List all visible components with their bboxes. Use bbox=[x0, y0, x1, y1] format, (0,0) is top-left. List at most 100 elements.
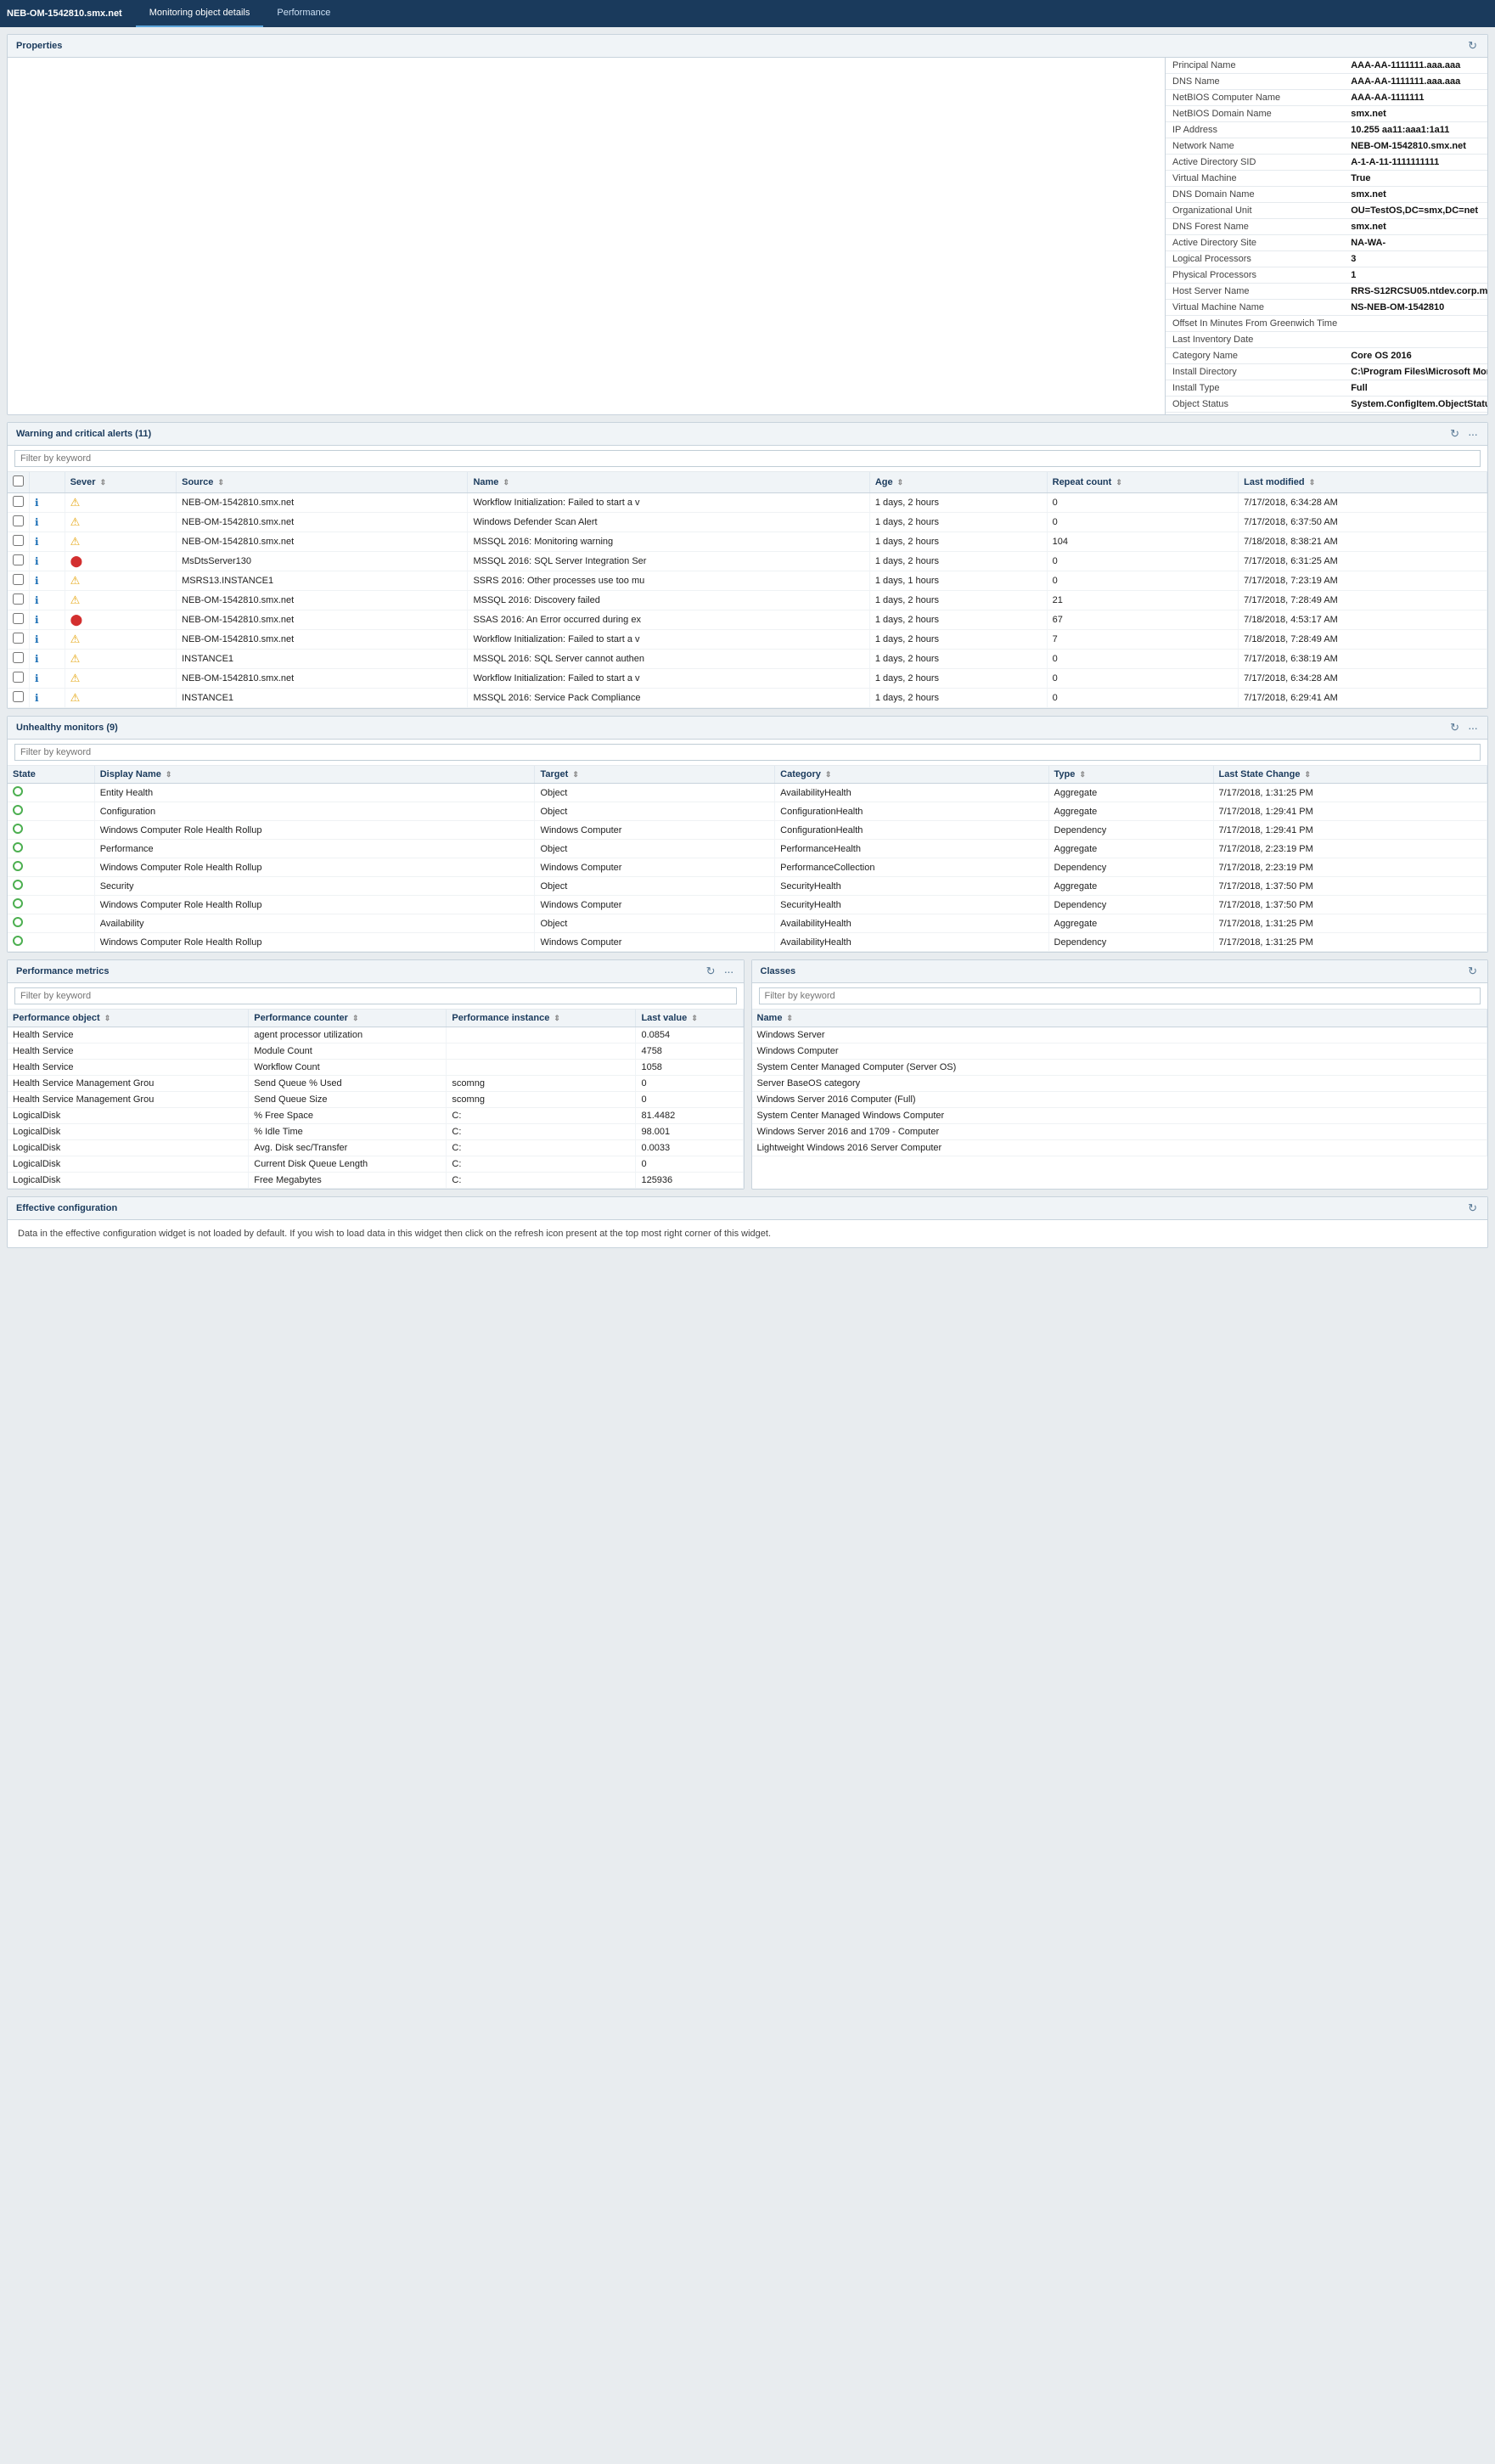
alerts-filter-input[interactable] bbox=[14, 450, 1481, 467]
effective-config-panel: Effective configuration Data in the effe… bbox=[7, 1196, 1488, 1248]
perf-object: Health Service bbox=[8, 1044, 249, 1060]
property-row: Physical Processors1 bbox=[1166, 267, 1487, 284]
alert-checkbox[interactable] bbox=[13, 633, 24, 644]
alert-age: 1 days, 1 hours bbox=[869, 571, 1047, 591]
alert-sev-cell: ⚠ bbox=[65, 630, 177, 650]
properties-table-container[interactable]: Principal NameAAA-AA-1111111.aaa.aaaDNS … bbox=[1165, 58, 1487, 414]
unhealthy-col-category[interactable]: Category ⇕ bbox=[775, 766, 1048, 784]
classes-refresh-button[interactable] bbox=[1466, 965, 1479, 978]
info-icon: ℹ bbox=[35, 497, 39, 509]
alert-sev-cell: ⚠ bbox=[65, 689, 177, 708]
unhealthy-col-name[interactable]: Display Name ⇕ bbox=[94, 766, 535, 784]
alerts-col-modified[interactable]: Last modified ⇕ bbox=[1239, 472, 1487, 493]
perf-col-counter[interactable]: Performance counter ⇕ bbox=[249, 1010, 447, 1027]
warning-icon: ⚠ bbox=[70, 672, 81, 684]
prop-value bbox=[1344, 413, 1487, 415]
alert-checkbox[interactable] bbox=[13, 691, 24, 702]
alert-repeat: 7 bbox=[1047, 630, 1239, 650]
classes-col-name[interactable]: Name ⇕ bbox=[752, 1010, 1487, 1027]
property-row: NetBIOS Domain Namesmx.net bbox=[1166, 106, 1487, 122]
alerts-col-source[interactable]: Source ⇕ bbox=[177, 472, 468, 493]
unhealthy-category: AvailabilityHealth bbox=[775, 933, 1048, 952]
classes-filter-input[interactable] bbox=[759, 987, 1481, 1004]
alert-row[interactable]: ℹ ⚠ NEB-OM-1542810.smx.net MSSQL 2016: M… bbox=[8, 532, 1487, 552]
class-name: Windows Computer bbox=[752, 1044, 1487, 1060]
alert-checkbox[interactable] bbox=[13, 593, 24, 605]
alert-row[interactable]: ℹ ⚠ NEB-OM-1542810.smx.net Workflow Init… bbox=[8, 493, 1487, 513]
alert-row[interactable]: ℹ ⚠ NEB-OM-1542810.smx.net MSSQL 2016: D… bbox=[8, 591, 1487, 610]
effective-config-refresh-button[interactable] bbox=[1466, 1201, 1479, 1215]
alert-source: NEB-OM-1542810.smx.net bbox=[177, 493, 468, 513]
alerts-menu-button[interactable] bbox=[1466, 427, 1479, 441]
classes-table-scroll[interactable]: Name ⇕ Windows ServerWindows ComputerSys… bbox=[752, 1010, 1488, 1156]
alert-checkbox[interactable] bbox=[13, 652, 24, 663]
alert-repeat: 104 bbox=[1047, 532, 1239, 552]
alerts-col-age[interactable]: Age ⇕ bbox=[869, 472, 1047, 493]
performance-refresh-button[interactable] bbox=[705, 965, 717, 978]
unhealthy-table-scroll[interactable]: State Display Name ⇕ Target ⇕ Category ⇕… bbox=[8, 766, 1487, 952]
alert-checkbox[interactable] bbox=[13, 672, 24, 683]
alert-row[interactable]: ℹ ⚠ NEB-OM-1542810.smx.net Workflow Init… bbox=[8, 630, 1487, 650]
performance-row: Health Service Workflow Count 1058 bbox=[8, 1060, 743, 1076]
unhealthy-state bbox=[8, 914, 94, 933]
alert-row[interactable]: ℹ ⚠ MSRS13.INSTANCE1 SSRS 2016: Other pr… bbox=[8, 571, 1487, 591]
alerts-table-scroll[interactable]: Sever ⇕ Source ⇕ Name ⇕ Age ⇕ Repeat cou… bbox=[8, 472, 1487, 708]
perf-col-value[interactable]: Last value ⇕ bbox=[636, 1010, 743, 1027]
unhealthy-col-target[interactable]: Target ⇕ bbox=[535, 766, 775, 784]
alerts-col-name[interactable]: Name ⇕ bbox=[468, 472, 869, 493]
alert-modified: 7/17/2018, 6:38:19 AM bbox=[1239, 650, 1487, 669]
alert-row[interactable]: ℹ ⚠ NEB-OM-1542810.smx.net Workflow Init… bbox=[8, 669, 1487, 689]
unhealthy-row: Configuration Object ConfigurationHealth… bbox=[8, 802, 1487, 821]
alert-checkbox[interactable] bbox=[13, 515, 24, 526]
perf-col-instance[interactable]: Performance instance ⇕ bbox=[447, 1010, 636, 1027]
performance-row: Health Service agent processor utilizati… bbox=[8, 1027, 743, 1044]
alert-modified: 7/18/2018, 8:38:21 AM bbox=[1239, 532, 1487, 552]
prop-value bbox=[1344, 332, 1487, 348]
performance-table-scroll[interactable]: Performance object ⇕ Performance counter… bbox=[8, 1010, 744, 1189]
unhealthy-menu-button[interactable] bbox=[1466, 721, 1479, 734]
performance-row: Health Service Module Count 4758 bbox=[8, 1044, 743, 1060]
unhealthy-col-changed[interactable]: Last State Change ⇕ bbox=[1213, 766, 1487, 784]
tab-performance[interactable]: Performance bbox=[263, 0, 344, 27]
properties-title: Properties bbox=[16, 41, 62, 51]
alert-row[interactable]: ℹ ⚠ INSTANCE1 MSSQL 2016: Service Pack C… bbox=[8, 689, 1487, 708]
prop-value: RRS-S12RCSU05.ntdev.corp.microsof bbox=[1344, 284, 1487, 300]
properties-refresh-button[interactable] bbox=[1466, 39, 1479, 53]
perf-col-object[interactable]: Performance object ⇕ bbox=[8, 1010, 249, 1027]
alert-age: 1 days, 2 hours bbox=[869, 669, 1047, 689]
unhealthy-refresh-button[interactable] bbox=[1448, 721, 1461, 734]
perf-counter: % Idle Time bbox=[249, 1124, 447, 1140]
alert-checkbox[interactable] bbox=[13, 496, 24, 507]
warning-icon: ⚠ bbox=[70, 691, 81, 704]
unhealthy-filter-input[interactable] bbox=[14, 744, 1481, 761]
prop-value bbox=[1344, 316, 1487, 332]
alert-checkbox[interactable] bbox=[13, 613, 24, 624]
prop-key: Install Directory bbox=[1166, 364, 1344, 380]
alert-checkbox[interactable] bbox=[13, 574, 24, 585]
alerts-col-repeat[interactable]: Repeat count ⇕ bbox=[1047, 472, 1239, 493]
classes-header: Classes bbox=[752, 960, 1488, 983]
alert-row[interactable]: ℹ ⚠ INSTANCE1 MSSQL 2016: SQL Server can… bbox=[8, 650, 1487, 669]
unhealthy-actions bbox=[1448, 721, 1479, 734]
unhealthy-target: Object bbox=[535, 784, 775, 802]
performance-row: LogicalDisk % Idle Time C: 98.001 bbox=[8, 1124, 743, 1140]
performance-row: LogicalDisk Current Disk Queue Length C:… bbox=[8, 1156, 743, 1173]
performance-filter-input[interactable] bbox=[14, 987, 737, 1004]
alert-modified: 7/18/2018, 4:53:17 AM bbox=[1239, 610, 1487, 630]
alerts-select-all[interactable] bbox=[13, 475, 24, 487]
alert-checkbox[interactable] bbox=[13, 535, 24, 546]
alerts-refresh-button[interactable] bbox=[1448, 427, 1461, 441]
class-name: Lightweight Windows 2016 Server Computer bbox=[752, 1140, 1487, 1156]
effective-config-body: Data in the effective configuration widg… bbox=[8, 1220, 1487, 1247]
alert-modified: 7/17/2018, 6:37:50 AM bbox=[1239, 513, 1487, 532]
unhealthy-col-type[interactable]: Type ⇕ bbox=[1048, 766, 1213, 784]
alert-row[interactable]: ℹ ⬤ MsDtsServer130 MSSQL 2016: SQL Serve… bbox=[8, 552, 1487, 571]
tab-monitoring-object-details[interactable]: Monitoring object details bbox=[136, 0, 264, 27]
alert-row[interactable]: ℹ ⬤ NEB-OM-1542810.smx.net SSAS 2016: An… bbox=[8, 610, 1487, 630]
alerts-col-sever[interactable]: Sever ⇕ bbox=[65, 472, 177, 493]
performance-menu-button[interactable] bbox=[722, 965, 735, 978]
alert-checkbox[interactable] bbox=[13, 554, 24, 565]
alert-row[interactable]: ℹ ⚠ NEB-OM-1542810.smx.net Windows Defen… bbox=[8, 513, 1487, 532]
unhealthy-changed: 7/17/2018, 1:31:25 PM bbox=[1213, 933, 1487, 952]
alert-source: NEB-OM-1542810.smx.net bbox=[177, 610, 468, 630]
